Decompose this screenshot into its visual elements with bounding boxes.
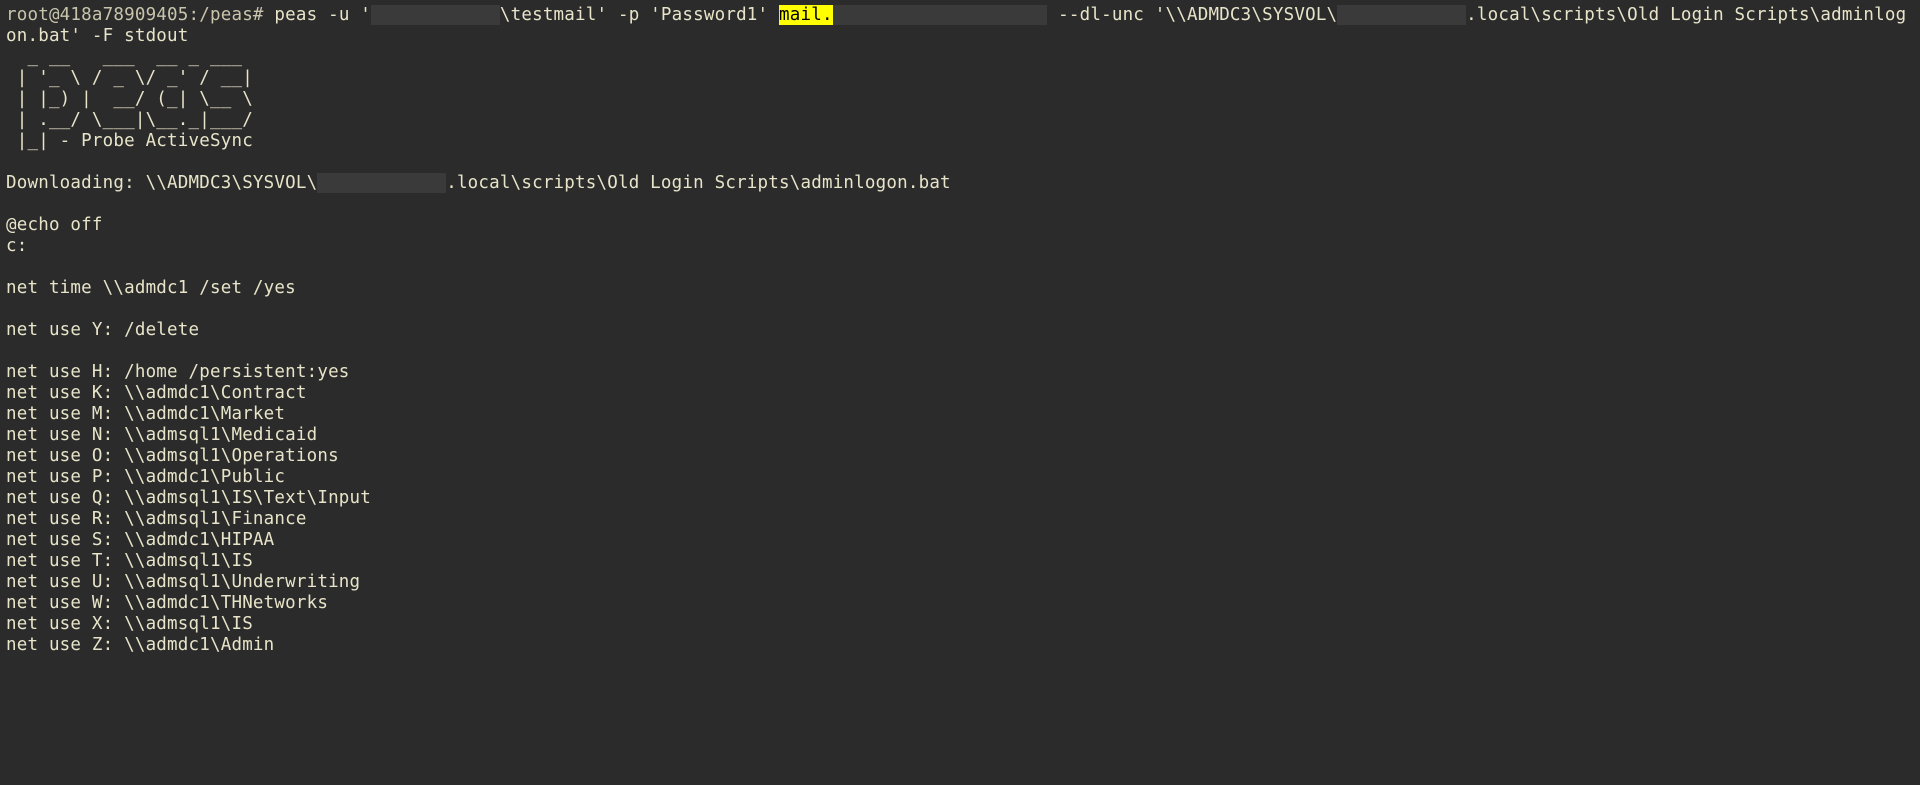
script-line: @echo off: [6, 215, 103, 235]
script-line: net use Z: \\admdc1\Admin: [6, 635, 274, 655]
script-line: c:: [6, 236, 27, 256]
script-line: net use X: \\admsql1\IS: [6, 614, 253, 634]
downloading-path-post: .local\scripts\Old Login Scripts\adminlo…: [446, 173, 951, 193]
script-line: net use P: \\admdc1\Public: [6, 467, 285, 487]
script-line: net use K: \\admdc1\Contract: [6, 383, 307, 403]
cmd-wrap: on.bat' -F stdout: [6, 26, 189, 46]
script-line: net use Q: \\admsql1\IS\Text\Input: [6, 488, 371, 508]
script-line: net use Y: /delete: [6, 320, 199, 340]
cmd-prefix: peas -u ': [274, 5, 371, 25]
downloading-path-pre: \\ADMDC3\SYSVOL\: [146, 173, 318, 193]
highlighted-mail: mail.: [779, 5, 833, 25]
shell-prompt: root@418a78909405:/peas#: [6, 5, 274, 25]
ascii-line: |_| - Probe ActiveSync: [6, 131, 253, 151]
script-line: net use S: \\admdc1\HIPAA: [6, 530, 274, 550]
cmd-tail: .local\scripts\Old Login Scripts\adminlo…: [1466, 5, 1906, 25]
script-line: net time \\admdc1 /set /yes: [6, 278, 296, 298]
script-line: net use R: \\admsql1\Finance: [6, 509, 307, 529]
ascii-line: | |_) | __/ (_| \__ \: [6, 89, 253, 109]
cmd-user-suffix: \testmail' -p 'Password1': [500, 5, 779, 25]
script-line: net use M: \\admdc1\Market: [6, 404, 285, 424]
redacted-host: [833, 5, 1048, 25]
terminal-output[interactable]: root@418a78909405:/peas# peas -u ' \test…: [0, 0, 1920, 661]
ascii-line: | .__/ \___|\__._|___/: [6, 110, 253, 130]
script-line: net use U: \\admsql1\Underwriting: [6, 572, 360, 592]
redacted-domain-2: [1337, 5, 1466, 25]
script-line: net use N: \\admsql1\Medicaid: [6, 425, 317, 445]
cmd-mid: --dl-unc '\\ADMDC3\SYSVOL\: [1047, 5, 1337, 25]
redacted-domain-1: [371, 5, 500, 25]
script-line: net use O: \\admsql1\Operations: [6, 446, 339, 466]
ascii-line: | '_ \ / _ \/ _' / __|: [6, 68, 253, 88]
script-line: net use H: /home /persistent:yes: [6, 362, 350, 382]
script-line: net use W: \\admdc1\THNetworks: [6, 593, 328, 613]
redacted-domain-3: [317, 173, 446, 193]
downloading-label: Downloading:: [6, 173, 146, 193]
script-line: net use T: \\admsql1\IS: [6, 551, 253, 571]
ascii-line: _ __ ___ __ _ ___: [6, 47, 253, 67]
